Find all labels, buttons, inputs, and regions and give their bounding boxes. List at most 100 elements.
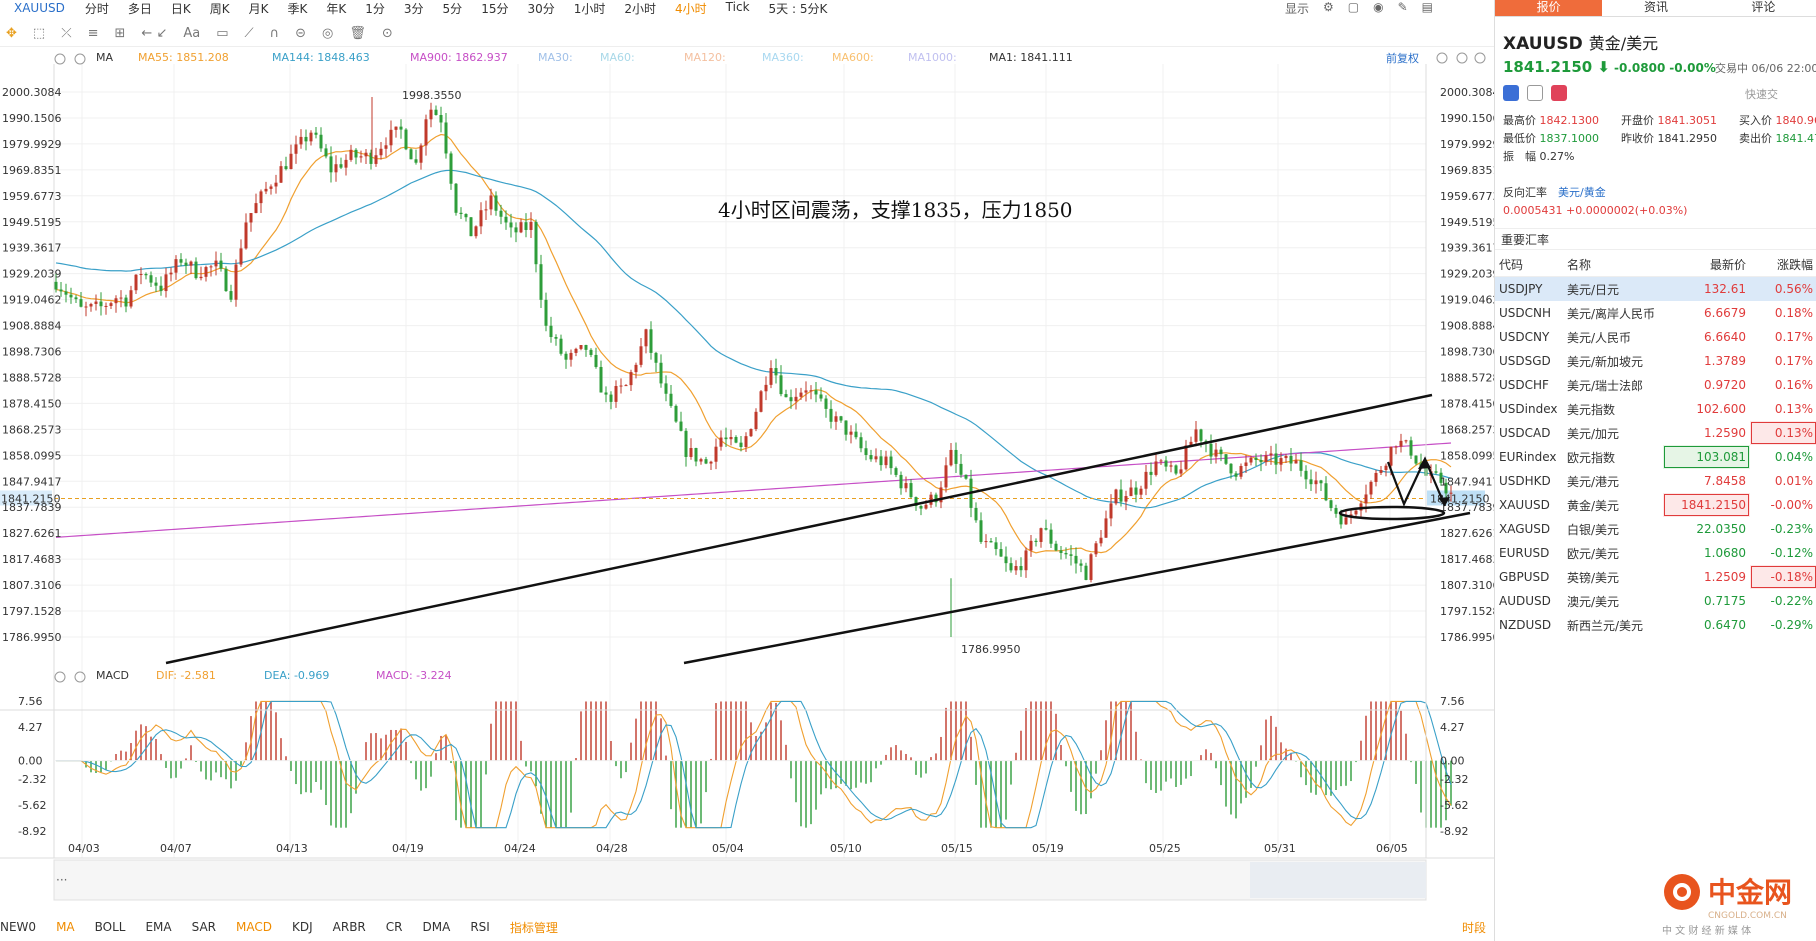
kline-chart[interactable]: 1841.2150 1841.2150 1998.35501786.9950 20… bbox=[0, 46, 1494, 914]
rate-row[interactable]: USDindex 美元指数 102.600 0.13% bbox=[1495, 397, 1816, 421]
period-9[interactable]: 5分 bbox=[443, 0, 463, 16]
indicator-6[interactable]: KDJ bbox=[292, 920, 313, 934]
fib-tool-icon[interactable]: ⊞ bbox=[115, 26, 126, 41]
period-16[interactable]: 5天 : 5分K bbox=[769, 0, 828, 16]
period-7[interactable]: 1分 bbox=[365, 0, 385, 16]
period-15[interactable]: Tick bbox=[726, 0, 750, 16]
indicator-8[interactable]: CR bbox=[386, 920, 403, 934]
rate-row[interactable]: XAUUSD 黄金/美元 1841.2150 -0.00% bbox=[1495, 493, 1816, 517]
rate-row[interactable]: USDJPY 美元/日元 132.61 0.56% bbox=[1495, 276, 1816, 301]
indicator-4[interactable]: SAR bbox=[192, 920, 216, 934]
rate-row[interactable]: EURindex 欧元指数 103.081 0.04% bbox=[1495, 445, 1816, 469]
trash-icon[interactable]: 🗑 bbox=[349, 26, 366, 41]
rate-row[interactable]: XAGUSD 白银/美元 22.0350 -0.23% bbox=[1495, 517, 1816, 541]
doc-icon[interactable]: ▤ bbox=[1422, 0, 1433, 16]
indicator-0[interactable]: NEW0 bbox=[0, 920, 36, 934]
period-10[interactable]: 15分 bbox=[481, 0, 508, 16]
indicator-7[interactable]: ARBR bbox=[333, 920, 366, 934]
comment-icon[interactable]: ▭ bbox=[216, 26, 228, 41]
globe-icon[interactable] bbox=[1503, 85, 1519, 101]
period-0[interactable]: 分时 bbox=[85, 0, 109, 16]
period-6[interactable]: 年K bbox=[326, 0, 346, 16]
line-tool-icon[interactable]: ⤫ bbox=[61, 26, 71, 41]
tab-comments[interactable]: 评论 bbox=[1710, 0, 1816, 16]
indicator-3[interactable]: EMA bbox=[145, 920, 171, 934]
session-button[interactable]: 时段 bbox=[1462, 919, 1486, 936]
select-icon[interactable]: ⬚ bbox=[33, 26, 45, 41]
col-code[interactable]: 代码 bbox=[1495, 252, 1563, 277]
rate-row[interactable]: USDSGD 美元/新加坡元 1.3789 0.17% bbox=[1495, 349, 1816, 373]
rate-code: USDCNY bbox=[1499, 330, 1550, 344]
indicator-5[interactable]: MACD bbox=[236, 920, 272, 934]
tab-news[interactable]: 资讯 bbox=[1602, 0, 1709, 16]
period-2[interactable]: 日K bbox=[171, 0, 191, 16]
rate-row[interactable]: USDCHF 美元/瑞士法郎 0.9720 0.16% bbox=[1495, 373, 1816, 397]
rate-row[interactable]: USDCAD 美元/加元 1.2590 0.13% bbox=[1495, 421, 1816, 445]
magnet-icon[interactable]: ∩ bbox=[270, 26, 280, 41]
rate-row[interactable]: USDCNH 美元/离岸人民币 6.6679 0.18% bbox=[1495, 301, 1816, 325]
quick-trade[interactable]: 快速交 bbox=[1745, 86, 1778, 102]
indicator-10[interactable]: RSI bbox=[470, 920, 490, 934]
indicator-2[interactable]: BOLL bbox=[95, 920, 126, 934]
candle-body bbox=[584, 345, 588, 350]
period-12[interactable]: 1小时 bbox=[574, 0, 606, 16]
candle-body bbox=[1064, 552, 1068, 555]
rate-price: 102.600 bbox=[1696, 402, 1746, 416]
rate-row[interactable]: USDCNY 美元/人民币 6.6640 0.17% bbox=[1495, 325, 1816, 349]
indicator-11[interactable]: 指标管理 bbox=[510, 919, 558, 936]
lock-icon[interactable]: ⊝ bbox=[295, 26, 306, 41]
period-8[interactable]: 3分 bbox=[404, 0, 424, 16]
candle-body bbox=[699, 459, 703, 462]
candle-body bbox=[644, 329, 648, 347]
arrow-tool-icon[interactable]: ← ↙ bbox=[141, 26, 167, 41]
indicator-9[interactable]: DMA bbox=[423, 920, 451, 934]
candle-body bbox=[114, 298, 118, 304]
text-tool-icon[interactable]: Aa bbox=[183, 26, 200, 41]
stat-high: 1842.1300 bbox=[1539, 114, 1600, 127]
col-name[interactable]: 名称 bbox=[1563, 252, 1663, 277]
price-tick-right: 1908.8884 bbox=[1440, 320, 1494, 333]
channel-tool-icon[interactable]: ≡ bbox=[88, 26, 99, 41]
period-4[interactable]: 月K bbox=[249, 0, 269, 16]
ruler-icon[interactable]: ⟋ bbox=[245, 26, 254, 41]
period-14[interactable]: 4小时 bbox=[675, 0, 707, 16]
window-icon[interactable]: ▢ bbox=[1348, 0, 1359, 16]
link-icon[interactable]: ⊙ bbox=[382, 26, 393, 41]
period-1[interactable]: 多日 bbox=[128, 0, 152, 16]
reverse-rate-name[interactable]: 美元/黄金 bbox=[1558, 186, 1606, 199]
rate-row[interactable]: AUDUSD 澳元/美元 0.7175 -0.22% bbox=[1495, 589, 1816, 613]
pencil-icon[interactable]: ✎ bbox=[1398, 0, 1408, 16]
rate-name: 白银/美元 bbox=[1567, 522, 1620, 537]
navigator-handle-icon: ··· bbox=[56, 873, 67, 887]
period-5[interactable]: 季K bbox=[288, 0, 308, 16]
display-menu[interactable]: 显示 bbox=[1285, 0, 1309, 16]
indicator-1[interactable]: MA bbox=[56, 920, 75, 934]
period-3[interactable]: 周K bbox=[210, 0, 230, 16]
rate-row[interactable]: GBPUSD 英镑/美元 1.2509 -0.18% bbox=[1495, 565, 1816, 589]
quote-change: -0.0800 bbox=[1614, 61, 1666, 75]
rate-code: USDSGD bbox=[1499, 354, 1551, 368]
tab-quote[interactable]: 报价 bbox=[1495, 0, 1603, 16]
candle-body bbox=[204, 267, 208, 277]
period-13[interactable]: 2小时 bbox=[624, 0, 656, 16]
crosshair-icon[interactable]: ✥ bbox=[6, 26, 17, 41]
col-pct[interactable]: 涨跌幅 bbox=[1750, 252, 1816, 277]
camera-icon[interactable]: ◉ bbox=[1373, 0, 1383, 16]
note-icon[interactable] bbox=[1527, 85, 1543, 101]
heart-icon[interactable] bbox=[1551, 85, 1567, 101]
col-price[interactable]: 最新价 bbox=[1663, 252, 1750, 277]
rate-row[interactable]: USDHKD 美元/港元 7.8458 0.01% bbox=[1495, 469, 1816, 493]
rate-row[interactable]: EURUSD 欧元/美元 1.0680 -0.12% bbox=[1495, 541, 1816, 565]
indicator-bar: NEW0 MA BOLL EMA SAR MACD KDJ ARBR CR DMA RSI 指标管理 时… bbox=[0, 915, 1494, 939]
gear-icon[interactable]: ⚙ bbox=[1323, 0, 1334, 16]
quote-price-row: 1841.2150 ⬇ -0.0800 -0.00% bbox=[1503, 58, 1716, 76]
rate-row[interactable]: NZDUSD 新西兰元/美元 0.6470 -0.29% bbox=[1495, 613, 1816, 637]
period-11[interactable]: 30分 bbox=[527, 0, 554, 16]
candle-body bbox=[424, 119, 428, 146]
high-label: 1998.3550 bbox=[402, 89, 462, 102]
stat-prev: 1841.2950 bbox=[1657, 132, 1718, 145]
price-tick-left: 1868.2573 bbox=[2, 423, 62, 436]
symbol-label[interactable]: XAUUSD bbox=[14, 1, 65, 15]
date-tick: 04/24 bbox=[504, 842, 536, 855]
eye-icon[interactable]: ◎ bbox=[322, 26, 333, 41]
